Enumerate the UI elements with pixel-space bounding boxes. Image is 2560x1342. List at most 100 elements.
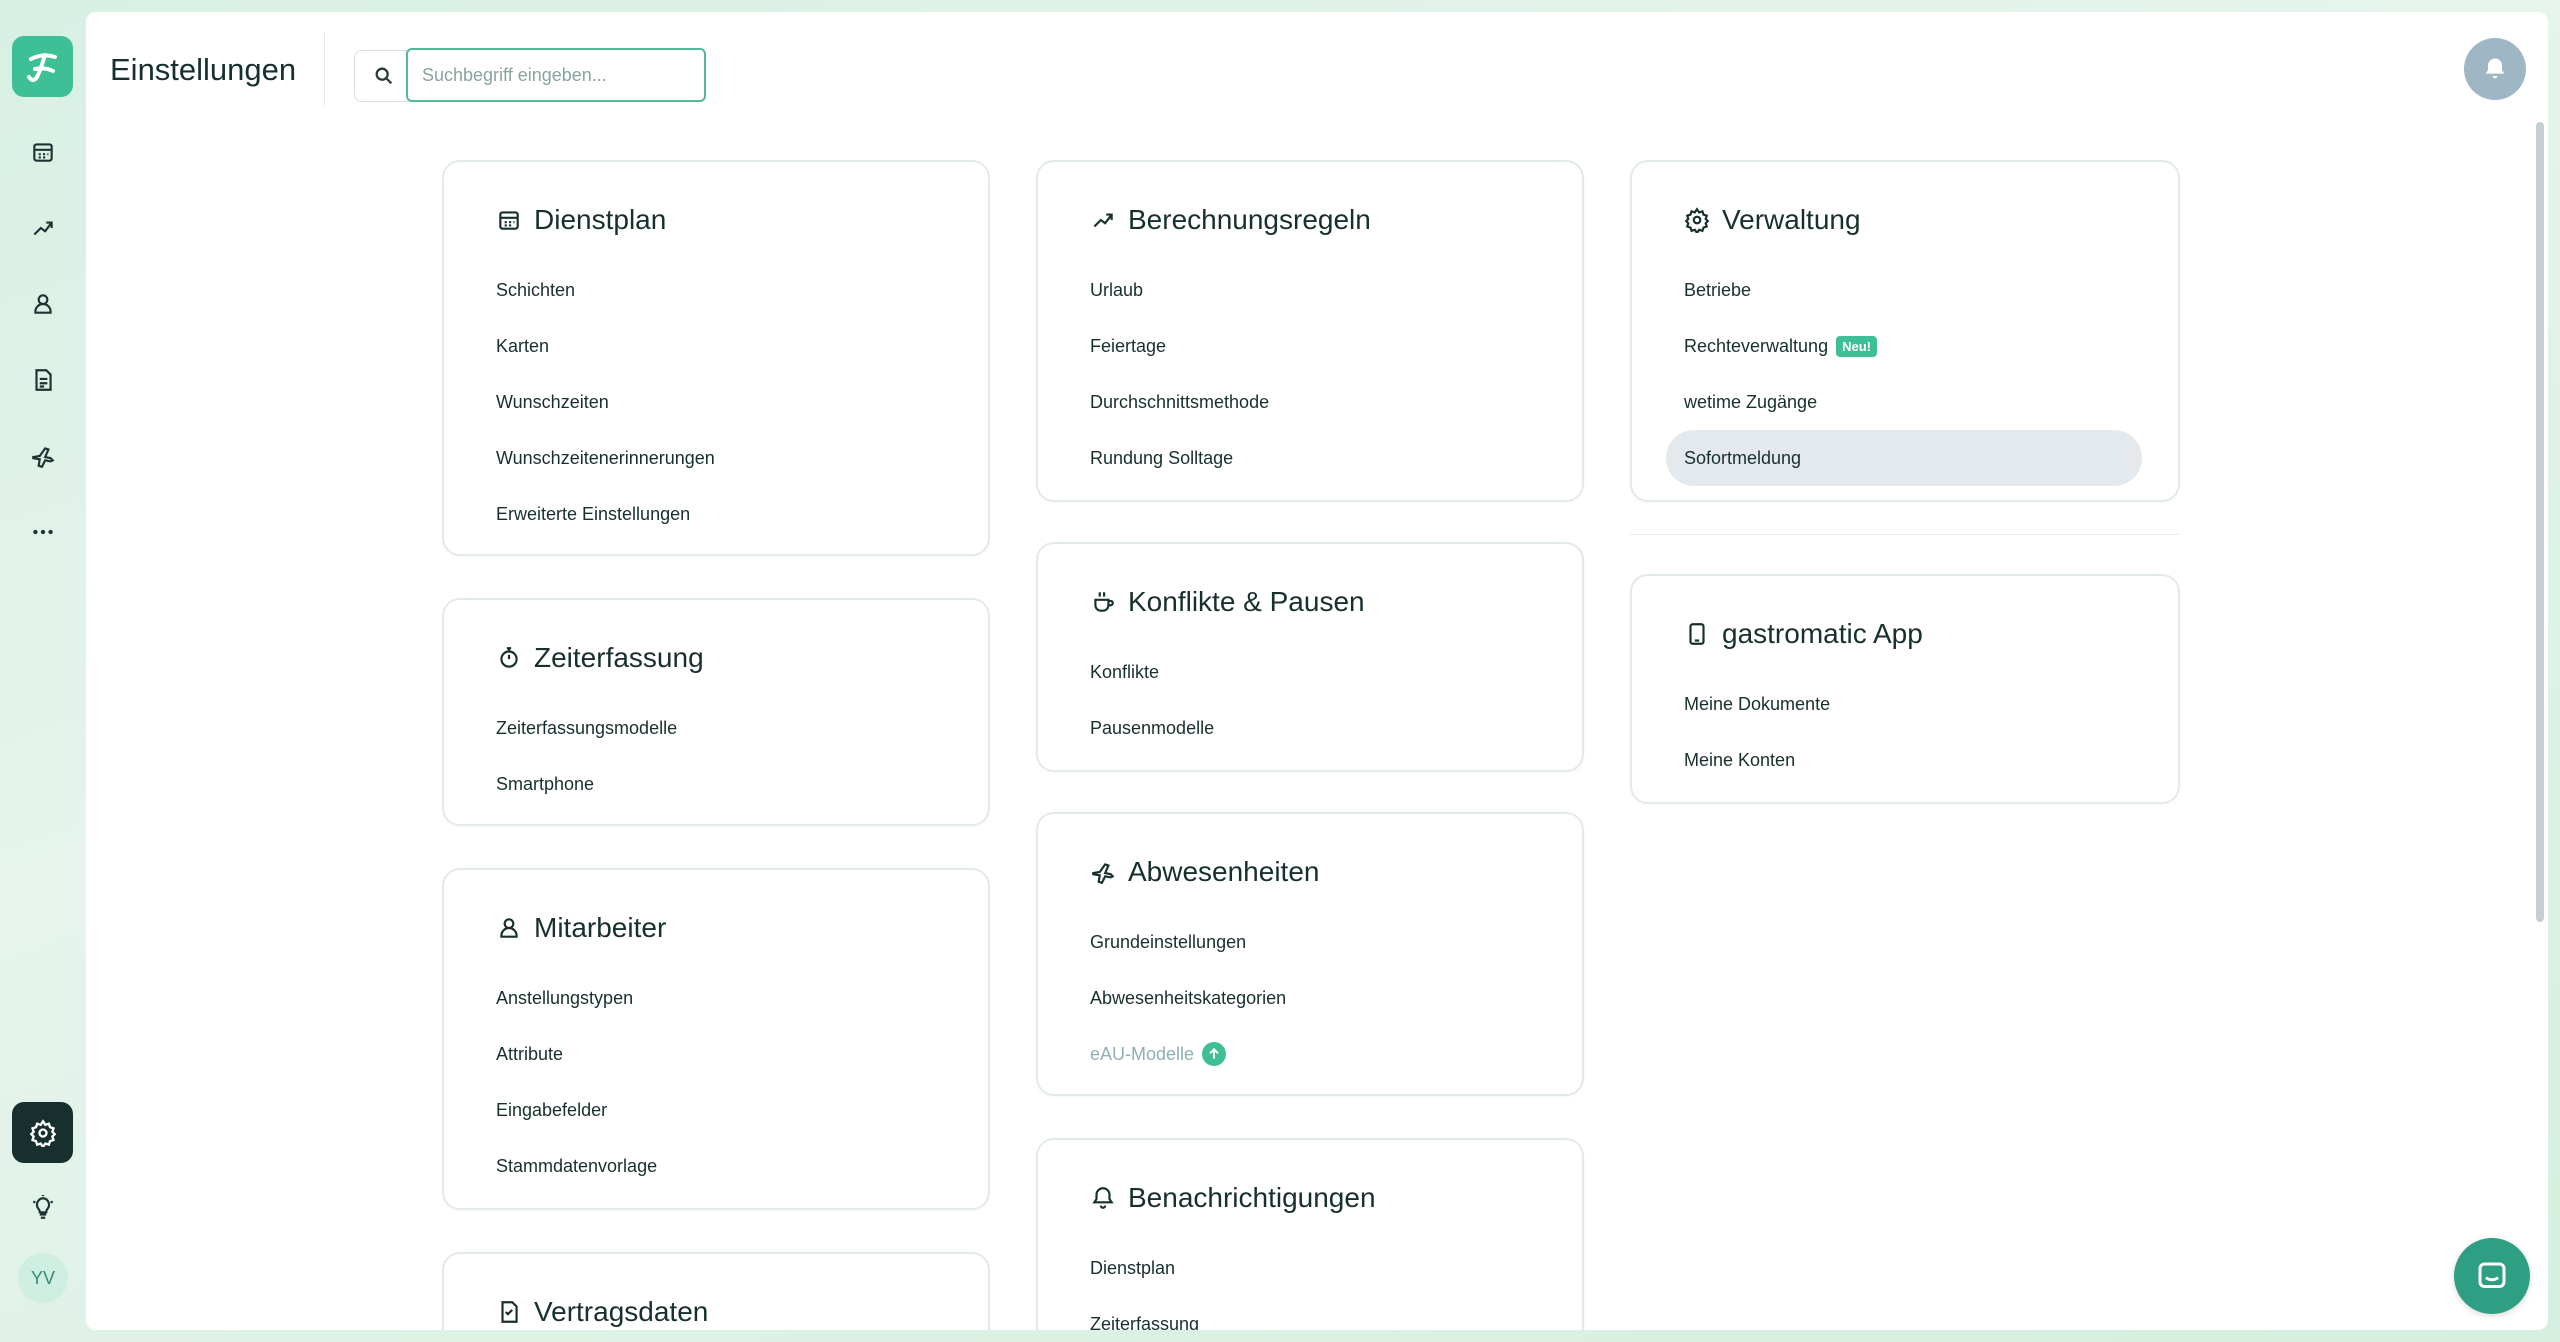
user-icon	[34, 294, 52, 314]
card-title: Abwesenheiten	[1128, 856, 1320, 887]
coffee-icon	[1094, 592, 1114, 612]
link-sofortmeldung[interactable]: Sofortmeldung	[1666, 430, 2142, 486]
link-wunschzeitenerinnerungen[interactable]: Wunschzeitenerinnerungen	[478, 430, 952, 486]
bell-icon	[2485, 58, 2505, 79]
gear-icon	[1684, 207, 1710, 233]
card-vertragsdaten: Vertragsdaten	[442, 1252, 990, 1330]
link-pausenmodelle[interactable]: Pausenmodelle	[1072, 700, 1546, 756]
link-durchschnittsmethode[interactable]: Durchschnittsmethode	[1072, 374, 1546, 430]
user-icon	[500, 918, 518, 938]
card-zeiterfassung: Zeiterfassung Zeiterfassungsmodelle Smar…	[442, 598, 990, 826]
new-badge: Neu!	[1836, 335, 1877, 357]
card-header: Benachrichtigungen	[1090, 1182, 1376, 1214]
link-karten[interactable]: Karten	[478, 318, 952, 374]
nav-mehr[interactable]	[23, 512, 63, 552]
trending-up-icon	[1093, 213, 1113, 228]
nav-ideen[interactable]	[23, 1188, 63, 1228]
main-panel: Einstellungen Dienstplan Schichten Karte…	[86, 12, 2548, 1330]
card-gastromatic-app: gastromatic App Meine Dokumente Meine Ko…	[1630, 574, 2180, 804]
notifications-button[interactable]	[2464, 38, 2526, 100]
lightbulb-icon	[32, 1195, 54, 1219]
link-schichten[interactable]: Schichten	[478, 262, 952, 318]
search-icon	[375, 67, 393, 85]
card-title: Mitarbeiter	[534, 912, 667, 943]
column-divider	[1630, 534, 2180, 535]
sidebar: YV	[0, 0, 86, 1342]
card-title: Zeiterfassung	[534, 642, 704, 673]
app-logo[interactable]	[12, 36, 73, 97]
search-button[interactable]	[354, 50, 414, 102]
link-urlaub[interactable]: Urlaub	[1072, 262, 1546, 318]
nav-einstellungen[interactable]	[12, 1102, 73, 1163]
calendar-icon	[499, 211, 519, 230]
avatar[interactable]: YV	[18, 1253, 68, 1303]
card-konflikte-pausen: Konflikte & Pausen Konflikte Pausenmodel…	[1036, 542, 1584, 772]
chat-button[interactable]	[2454, 1238, 2530, 1314]
link-wetime-zugaenge[interactable]: wetime Zugänge	[1666, 374, 2142, 430]
link-wunschzeiten[interactable]: Wunschzeiten	[478, 374, 952, 430]
link-stammdatenvorlage[interactable]: Stammdatenvorlage	[478, 1138, 952, 1194]
scrollbar[interactable]	[2536, 122, 2544, 922]
link-meine-dokumente[interactable]: Meine Dokumente	[1666, 676, 2142, 732]
stopwatch-icon	[500, 647, 518, 668]
card-title: Vertragsdaten	[534, 1296, 709, 1327]
link-benachrichtigung-zeiterfassung[interactable]: Zeiterfassung	[1072, 1296, 1546, 1331]
card-title: Konflikte & Pausen	[1128, 586, 1365, 617]
card-mitarbeiter: Mitarbeiter Anstellungstypen Attribute E…	[442, 868, 990, 1210]
document-icon	[35, 369, 52, 391]
card-header: Verwaltung	[1684, 204, 1861, 236]
nav-dokumente[interactable]	[23, 360, 63, 400]
link-eingabefelder[interactable]: Eingabefelder	[478, 1082, 952, 1138]
link-zeiterfassungsmodelle[interactable]: Zeiterfassungsmodelle	[478, 700, 952, 756]
nav-abwesenheiten[interactable]	[23, 436, 63, 476]
card-header: Abwesenheiten	[1090, 856, 1319, 888]
card-header: Dienstplan	[496, 204, 666, 236]
card-verwaltung: Verwaltung Betriebe Rechteverwaltung Neu…	[1630, 160, 2180, 502]
calendar-icon	[33, 143, 53, 162]
chat-icon	[2478, 1262, 2506, 1288]
card-title: gastromatic App	[1722, 618, 1923, 649]
link-erweiterte-einstellungen[interactable]: Erweiterte Einstellungen	[478, 486, 952, 542]
card-abwesenheiten: Abwesenheiten Grundeinstellungen Abwesen…	[1036, 812, 1584, 1096]
card-header: gastromatic App	[1684, 618, 1923, 650]
link-rechteverwaltung[interactable]: Rechteverwaltung Neu!	[1666, 318, 2142, 374]
card-header: Mitarbeiter	[496, 912, 666, 944]
link-grundeinstellungen[interactable]: Grundeinstellungen	[1072, 914, 1546, 970]
link-betriebe[interactable]: Betriebe	[1666, 262, 2142, 318]
page-title: Einstellungen	[110, 52, 297, 87]
plane-icon	[1092, 863, 1115, 885]
logo-icon	[26, 52, 57, 82]
link-label: Rechteverwaltung	[1684, 335, 1829, 356]
more-icon	[33, 529, 53, 535]
bell-icon	[1092, 1187, 1114, 1209]
card-benachrichtigungen: Benachrichtigungen Dienstplan Zeiterfass…	[1036, 1138, 1584, 1330]
link-feiertage[interactable]: Feiertage	[1072, 318, 1546, 374]
card-header: Zeiterfassung	[496, 642, 704, 674]
smartphone-icon	[1689, 623, 1705, 645]
link-attribute[interactable]: Attribute	[478, 1026, 952, 1082]
card-header: Vertragsdaten	[496, 1296, 708, 1328]
contract-icon	[501, 1301, 518, 1323]
nav-mitarbeiter[interactable]	[23, 284, 63, 324]
link-anstellungstypen[interactable]: Anstellungstypen	[478, 970, 952, 1026]
card-title: Verwaltung	[1722, 204, 1861, 235]
nav-dienstplan[interactable]	[23, 132, 63, 172]
link-label: eAU-Modelle	[1090, 1043, 1195, 1064]
link-konflikte[interactable]: Konflikte	[1072, 644, 1546, 700]
card-berechnungsregeln: Berechnungsregeln Urlaub Feiertage Durch…	[1036, 160, 1584, 502]
plane-icon	[32, 447, 55, 469]
nav-berichte[interactable]	[23, 208, 63, 248]
title-divider	[324, 32, 325, 106]
trending-up-icon	[33, 221, 53, 236]
search-input[interactable]	[406, 48, 706, 102]
link-eau-modelle[interactable]: eAU-Modelle	[1072, 1026, 1546, 1082]
link-abwesenheitskategorien[interactable]: Abwesenheitskategorien	[1072, 970, 1546, 1026]
link-rundung-solltage[interactable]: Rundung Solltage	[1072, 430, 1546, 486]
link-meine-konten[interactable]: Meine Konten	[1666, 732, 2142, 788]
card-header: Konflikte & Pausen	[1090, 586, 1365, 618]
card-dienstplan: Dienstplan Schichten Karten Wunschzeiten…	[442, 160, 990, 556]
link-smartphone[interactable]: Smartphone	[478, 756, 952, 812]
card-title: Dienstplan	[534, 204, 667, 235]
upgrade-arrow-icon	[1202, 1042, 1227, 1066]
link-benachrichtigung-dienstplan[interactable]: Dienstplan	[1072, 1240, 1546, 1296]
